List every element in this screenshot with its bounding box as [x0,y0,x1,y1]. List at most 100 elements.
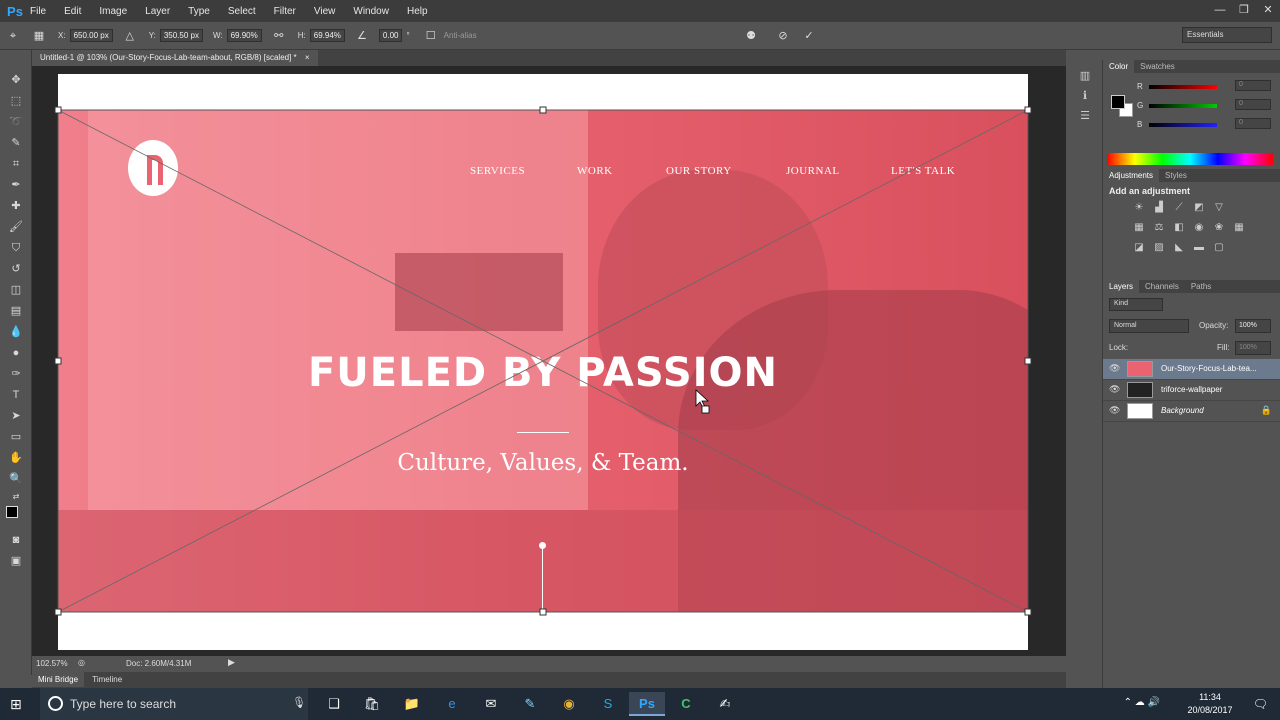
blue-value-field[interactable]: 0 [1235,118,1271,129]
transform-handle[interactable] [539,608,547,616]
transform-handle[interactable] [54,357,62,365]
transform-tool-icon[interactable]: ⌖ [6,29,20,43]
taskbar-clock[interactable]: 11:34 20/08/2017 [1178,691,1242,717]
quick-select-tool-icon[interactable]: ✎ [0,133,32,154]
width-field[interactable]: 69.90% [226,29,262,42]
workspace-select[interactable]: Essentials [1182,27,1272,43]
foreground-color-swatch[interactable] [6,506,18,518]
menu-image[interactable]: Image [99,6,127,17]
stamp-tool-icon[interactable]: ⛉ [0,238,32,259]
gradient-map-icon[interactable]: ▬ [1191,240,1207,256]
windows-start-icon[interactable]: ⊞ [10,696,26,712]
warp-icon[interactable]: ⚉ [744,29,758,43]
eraser-tool-icon[interactable]: ◫ [0,280,32,301]
taskbar-search[interactable]: Type here to search 🎙 [40,688,308,720]
properties-panel-icon[interactable]: ☰ [1072,106,1098,126]
commit-transform-icon[interactable]: ✓ [802,29,816,43]
color-spectrum[interactable] [1107,153,1273,165]
lasso-tool-icon[interactable]: ➰ [0,112,32,133]
dodge-tool-icon[interactable]: ● [0,343,32,364]
swap-colors-icon[interactable]: ⇄ [0,490,32,504]
history-brush-tool-icon[interactable]: ↺ [0,259,32,280]
eyedropper-tool-icon[interactable]: ✒ [0,175,32,196]
tab-styles[interactable]: Styles [1159,169,1193,182]
color-lookup-icon[interactable]: ▦ [1231,220,1247,236]
layer-row[interactable]: 👁 Background 🔒 [1103,401,1280,422]
zoom-tool-icon[interactable]: 🔍 [0,469,32,490]
color-balance-icon[interactable]: ⚖ [1151,220,1167,236]
hand-tool-icon[interactable]: ✋ [0,448,32,469]
gradient-tool-icon[interactable]: ▤ [0,301,32,322]
document-tab-close-icon[interactable]: × [305,53,310,62]
tab-mini-bridge[interactable]: Mini Bridge [32,672,85,687]
file-explorer-icon[interactable]: 📁 [394,692,430,716]
tab-color[interactable]: Color [1103,60,1135,73]
selective-color-icon[interactable]: ▢ [1211,240,1227,256]
blend-mode-select[interactable]: Normal [1109,319,1189,333]
menu-help[interactable]: Help [407,6,428,17]
task-view-icon[interactable]: ❑ [316,692,352,716]
tab-timeline[interactable]: Timeline [86,672,128,687]
brush-tool-icon[interactable]: 🖌 [0,217,32,238]
menu-select[interactable]: Select [228,6,256,17]
transform-handle[interactable] [54,608,62,616]
marquee-tool-icon[interactable]: ⬚ [0,91,32,112]
document-tab[interactable]: Untitled-1 @ 103% (Our-Story-Focus-Lab-t… [32,50,318,66]
tab-swatches[interactable]: Swatches [1134,60,1181,73]
visibility-eye-icon[interactable]: 👁 [1109,405,1120,416]
kind-filter-select[interactable]: Kind [1109,298,1163,311]
layer-row[interactable]: 👁 Our-Story-Focus-Lab-tea... [1103,359,1280,380]
info-panel-icon[interactable]: ℹ [1072,86,1098,106]
opacity-field[interactable]: 100% [1235,319,1271,333]
skype-icon[interactable]: S [590,692,626,716]
hue-saturation-icon[interactable]: ▦ [1131,220,1147,236]
tray-icons[interactable]: ⌃ ☁ 🔊 [1124,697,1160,708]
y-position-field[interactable]: 350.50 px [159,29,203,42]
transform-handle[interactable] [539,106,547,114]
free-transform-box[interactable] [54,106,1032,616]
history-panel-icon[interactable]: ▥ [1072,66,1098,86]
foreground-color-swatch[interactable] [1111,95,1125,109]
black-white-icon[interactable]: ◧ [1171,220,1187,236]
red-slider[interactable] [1149,85,1217,89]
menu-view[interactable]: View [314,6,336,17]
menu-file[interactable]: File [30,6,46,17]
blue-slider[interactable] [1149,123,1217,127]
menu-layer[interactable]: Layer [145,6,170,17]
levels-icon[interactable]: ▟ [1151,200,1167,216]
pen-tool-icon[interactable]: ✑ [0,364,32,385]
red-value-field[interactable]: 0 [1235,80,1271,91]
minimize-button[interactable]: — [1208,0,1232,22]
zoom-level[interactable]: 102.57% [36,659,68,668]
healing-tool-icon[interactable]: ✚ [0,196,32,217]
quick-mask-icon[interactable]: ◙ [0,530,32,551]
screen-mode-icon[interactable]: ▣ [0,551,32,572]
app-icon[interactable]: ✍ [707,692,743,716]
curves-icon[interactable]: ⟋ [1171,200,1187,216]
visibility-eye-icon[interactable]: 👁 [1109,363,1120,374]
layer-row[interactable]: 👁 triforce-wallpaper [1103,380,1280,401]
close-button[interactable]: ✕ [1256,0,1280,22]
color-swatches[interactable] [0,504,32,530]
transform-handle[interactable] [1024,608,1032,616]
cancel-transform-icon[interactable]: ⊘ [776,29,790,43]
store-icon[interactable]: 🛍 [354,692,390,716]
posterize-icon[interactable]: ▨ [1151,240,1167,256]
notepad-icon[interactable]: ✎ [512,692,548,716]
menu-edit[interactable]: Edit [64,6,81,17]
transform-handle[interactable] [54,106,62,114]
photoshop-taskbar-icon[interactable]: Ps [629,692,665,716]
edge-browser-icon[interactable]: e [434,692,470,716]
tab-paths[interactable]: Paths [1185,280,1217,293]
angle-field[interactable]: 0.00 [378,29,403,42]
camtasia-icon[interactable]: C [668,692,704,716]
tab-adjustments[interactable]: Adjustments [1103,169,1160,182]
mail-icon[interactable]: ✉ [473,692,509,716]
threshold-icon[interactable]: ◣ [1171,240,1187,256]
path-select-tool-icon[interactable]: ➤ [0,406,32,427]
height-field[interactable]: 69.94% [309,29,345,42]
menu-window[interactable]: Window [353,6,389,17]
reference-point-icon[interactable]: ▦ [32,29,46,43]
green-slider[interactable] [1149,104,1217,108]
x-position-field[interactable]: 650.00 px [69,29,113,42]
